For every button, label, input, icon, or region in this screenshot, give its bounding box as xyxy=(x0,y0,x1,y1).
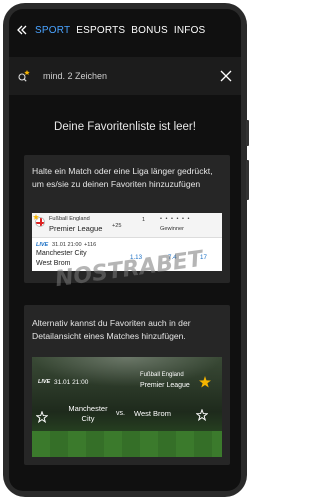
sample-more-count: +25 xyxy=(112,223,122,229)
empty-favorites-title: Deine Favoritenliste ist leer! xyxy=(54,121,196,133)
favorites-search-bar xyxy=(9,57,241,95)
detail-vs: vs. xyxy=(116,410,125,417)
detail-team1-line1: Manchester xyxy=(68,404,108,413)
sample-team1: Manchester City xyxy=(36,250,87,257)
close-icon xyxy=(220,70,232,82)
back-button[interactable] xyxy=(9,19,35,41)
sample-col-winner: Gewinner xyxy=(160,226,184,232)
sample-league-country: Fußball England xyxy=(49,216,90,222)
top-navigation: SPORT ESPORTS BONUS INFOS xyxy=(9,19,241,41)
hint-text: Halte ein Match oder eine Liga länger ge… xyxy=(32,166,213,189)
favorite-team2-star-icon[interactable] xyxy=(196,409,208,421)
favorite-star-filled-icon[interactable] xyxy=(199,376,211,388)
tab-esports[interactable]: ESPORTS xyxy=(76,25,125,36)
tab-infos[interactable]: INFOS xyxy=(174,25,206,36)
hint-text: Alternativ kannst du Favoriten auch in d… xyxy=(32,318,191,341)
hint-card-long-press: Halte ein Match oder eine Liga länger ge… xyxy=(24,155,230,292)
favorite-team1-star-icon[interactable] xyxy=(36,411,48,423)
star-icon xyxy=(33,214,39,220)
search-favorite-icon xyxy=(9,57,39,95)
detail-team2: West Brom xyxy=(134,409,171,418)
detail-team1-line2: City xyxy=(81,414,95,423)
sample-match-detail: LIVE 31.01 21:00 Fußball England Premier… xyxy=(32,357,222,457)
sample-match-plus: +116 xyxy=(84,242,97,248)
phone-side-button xyxy=(246,120,249,146)
sample-league-header: Fußball England Premier League +25 1 • •… xyxy=(32,213,222,237)
detail-league-country: Fußball England xyxy=(140,372,184,378)
double-chevron-left-icon xyxy=(17,25,27,35)
sample-match-date: 31.01 21:00 xyxy=(52,242,82,248)
app-screen: SPORT ESPORTS BONUS INFOS Deine Favorite… xyxy=(9,9,241,491)
hint-card-detail-view: Alternativ kannst du Favoriten auch in d… xyxy=(24,305,230,465)
phone-side-button xyxy=(246,160,249,200)
search-input[interactable] xyxy=(39,57,211,95)
close-button[interactable] xyxy=(211,57,241,95)
sample-page-dots: • • • • • • xyxy=(160,216,191,222)
tab-sport[interactable]: SPORT xyxy=(35,25,70,36)
detail-live-badge: LIVE xyxy=(38,379,51,385)
tab-bonus[interactable]: BONUS xyxy=(131,25,168,36)
sample-league-name: Premier League xyxy=(49,224,103,233)
pitch-background xyxy=(32,431,222,457)
detail-league-name: Premier League xyxy=(140,382,190,389)
sample-col-1: 1 xyxy=(142,217,146,223)
sample-live-badge: LIVE xyxy=(36,242,49,248)
detail-date: 31.01 21:00 xyxy=(54,379,89,386)
